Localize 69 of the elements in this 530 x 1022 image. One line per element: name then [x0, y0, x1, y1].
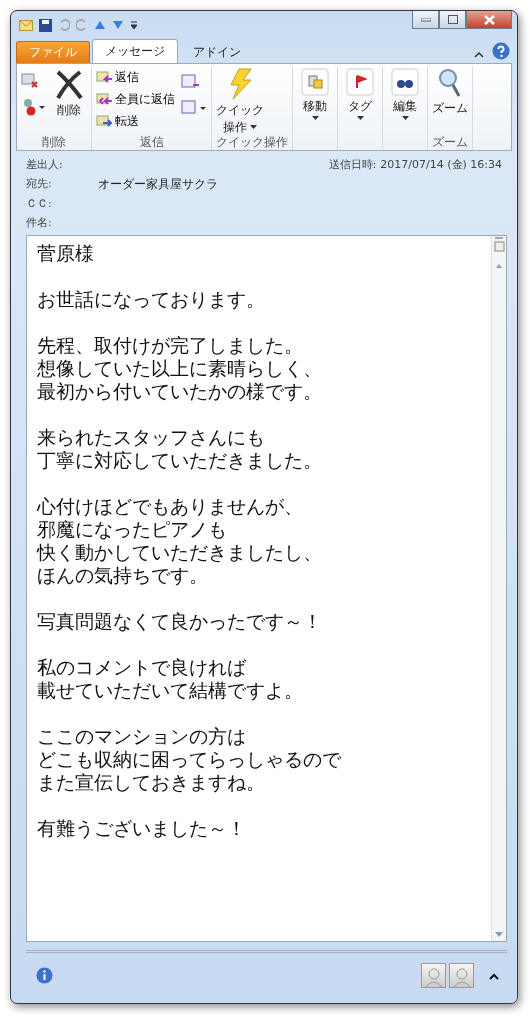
body-line: また宣伝しておきますね。 [37, 771, 266, 794]
field-label: ＣＣ: [26, 196, 53, 212]
body-line: どこも収納に困ってらっしゃるので [37, 748, 342, 771]
field-label: 差出人: [26, 157, 64, 173]
body-line: 菅原様 [37, 242, 95, 265]
body-line: 私のコメントで良ければ [37, 656, 247, 679]
expand-icon[interactable] [489, 971, 499, 980]
reply-icon [96, 70, 112, 84]
body-line: 有難うございました～！ [37, 817, 247, 840]
body-line: 先程、取付けが完了しました。 [37, 334, 304, 357]
info-icon[interactable] [36, 967, 53, 984]
maximize-icon [447, 15, 458, 24]
ribbon-button[interactable]: 転送 [96, 110, 175, 132]
ribbon-button[interactable]: 編集 [387, 66, 423, 120]
ribbon-button[interactable]: タグ [342, 66, 378, 120]
body-line: 載せていただいて結構ですよ。 [37, 679, 304, 702]
body-line: 来られたスタッフさんにも [37, 426, 266, 449]
ribbon-button[interactable]: クイック 操作 [216, 66, 264, 134]
maximize-button[interactable] [439, 11, 466, 29]
person-icon [421, 963, 446, 988]
close-button[interactable] [466, 11, 512, 29]
magnifier-icon [438, 68, 462, 98]
lightning-icon [227, 68, 253, 100]
body-line: お世話になっております。 [37, 288, 266, 311]
ribbon-tab[interactable]: アドイン [180, 41, 254, 63]
minimize-icon [420, 17, 431, 22]
body-line: 最初から付いていたかの様です。 [37, 380, 323, 403]
field-label: 送信日時: [328, 157, 377, 173]
body-line: ここのマンションの方は [37, 725, 247, 748]
sent-date: 2017/07/14 (金) 16:34 [380, 157, 502, 173]
help-icon[interactable] [492, 42, 510, 60]
caret-icon [250, 125, 257, 129]
ribbon-button[interactable]: 全員に返信 [96, 88, 175, 110]
binoculars-icon [391, 68, 419, 96]
down-arrow-icon[interactable] [112, 20, 124, 30]
body-line: ほんの気持ちです。 [37, 564, 209, 587]
flag-icon [346, 68, 374, 96]
body-line: 邪魔になったピアノも [37, 518, 228, 541]
group-label: 削除 [41, 134, 67, 150]
up-arrow-icon[interactable] [94, 20, 106, 30]
caret-icon [356, 116, 364, 120]
caret-icon [311, 116, 319, 120]
group-label: ズーム [432, 134, 468, 150]
field-label: 件名: [26, 215, 53, 231]
forward-icon [96, 114, 112, 128]
ribbon-button[interactable]: 削除 [51, 66, 87, 117]
collapse-ribbon-icon[interactable] [474, 50, 484, 58]
ribbon-button[interactable]: ズーム [432, 66, 468, 115]
body-line: 想像していた以上に素晴らしく、 [37, 357, 323, 380]
field-label: 宛先: [26, 176, 53, 192]
body-line: 心付けほどでもありませんが、 [37, 495, 304, 518]
body-line: 丁寧に対応していただきました。 [37, 449, 323, 472]
body-line: 写真問題なくて良かったです～！ [37, 610, 323, 633]
close-icon [483, 14, 495, 25]
ribbon-button[interactable]: 返信 [96, 66, 175, 88]
recipient: オーダー家具屋サクラ [98, 176, 219, 193]
envelope-icon [19, 19, 33, 31]
body-line: 快く動かしていただきましたし、 [37, 541, 323, 564]
group-label: 返信 [138, 134, 165, 150]
customize-icon[interactable] [130, 20, 138, 30]
reply-all-icon [96, 92, 112, 106]
save-icon[interactable] [39, 18, 52, 32]
group-label: クイック操作 [216, 134, 288, 150]
ribbon-button[interactable]: 移動 [297, 66, 333, 120]
caret-icon [401, 116, 409, 120]
minimize-button[interactable] [412, 11, 439, 29]
move-icon [301, 68, 329, 96]
person-icon [449, 963, 474, 988]
ribbon-tab[interactable]: メッセージ [92, 39, 178, 63]
